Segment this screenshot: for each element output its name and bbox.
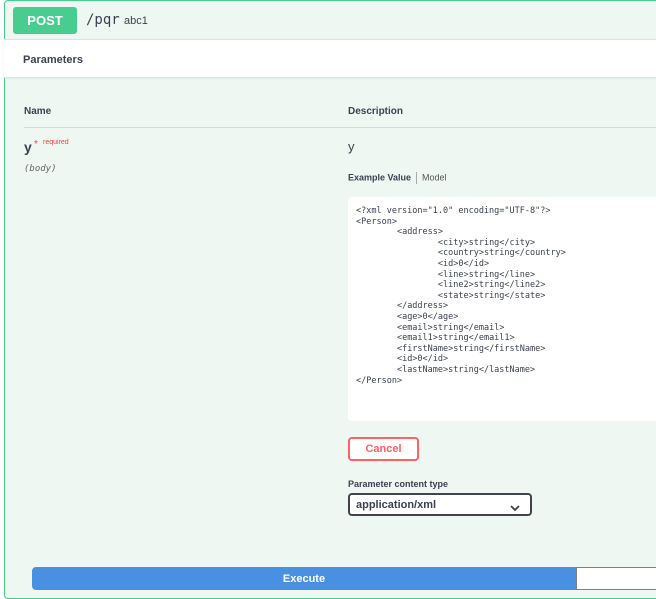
content-type-selected: application/xml (356, 499, 437, 511)
content-type-select[interactable]: application/xml (348, 493, 532, 516)
example-value-code: <?xml version="1.0" encoding="UTF-8"?> <… (356, 206, 566, 386)
tab-divider (416, 172, 418, 184)
parameters-title: Parameters (23, 54, 83, 66)
column-header-divider (24, 127, 656, 128)
operation-path: /pqr (86, 12, 120, 28)
tab-model[interactable]: Model (422, 172, 447, 182)
required-label: required (43, 139, 69, 146)
parameter-name: y (24, 139, 32, 155)
content-type-label: Parameter content type (348, 479, 449, 489)
column-header-name: Name (24, 106, 52, 117)
column-header-description: Description (348, 106, 404, 117)
execute-button[interactable]: Execute (32, 567, 576, 590)
clear-button[interactable] (576, 567, 656, 590)
tab-example-value[interactable]: Example Value (348, 172, 411, 182)
required-star: * (34, 139, 38, 150)
example-value-editor[interactable]: <?xml version="1.0" encoding="UTF-8"?> <… (348, 197, 656, 421)
cancel-button[interactable]: Cancel (348, 437, 419, 461)
operation-summary[interactable]: POST /pqr abc1 (5, 1, 656, 40)
example-model-tabs: Example Value Model (348, 172, 447, 184)
parameter-description: y (348, 139, 355, 154)
method-badge: POST (13, 7, 77, 34)
operation-summary-text: abc1 (124, 15, 148, 27)
parameters-section-header: Parameters (4, 39, 656, 78)
parameter-location: (body) (24, 164, 57, 174)
chevron-down-icon (510, 500, 520, 518)
